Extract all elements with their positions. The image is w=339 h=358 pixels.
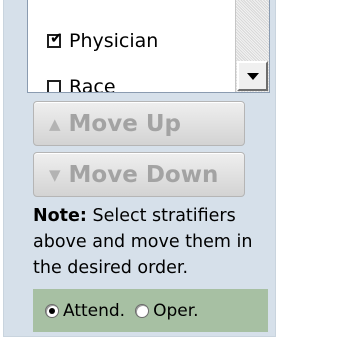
ordering-note: Note: Select stratifiers above and move …	[33, 203, 271, 281]
list-item-physician[interactable]: ✔ Physician	[47, 28, 158, 54]
move-up-button[interactable]: ▲ Move Up	[33, 101, 245, 146]
arrow-up-icon: ▲	[49, 114, 61, 133]
list-item-label: Physician	[69, 30, 159, 52]
arrow-down-icon: ▼	[49, 165, 61, 184]
move-up-label: Move Up	[68, 110, 181, 137]
arrow-down-icon	[246, 72, 259, 80]
checkmark-icon: ✔	[50, 29, 63, 47]
stratifier-panel: ✔ Physician Race ▲ Move Up ▼ Move Down N…	[3, 0, 276, 337]
race-checkbox[interactable]	[47, 80, 61, 92]
physician-type-radio-group: Attend. Oper.	[33, 289, 268, 332]
attend-radio[interactable]	[45, 303, 59, 318]
attend-radio-label[interactable]: Attend.	[63, 301, 125, 321]
oper-radio[interactable]	[135, 303, 150, 318]
oper-radio-label[interactable]: Oper.	[153, 301, 198, 321]
physician-checkbox[interactable]: ✔	[47, 29, 63, 48]
move-down-button[interactable]: ▼ Move Down	[33, 152, 245, 197]
scroll-down-button[interactable]	[237, 61, 268, 91]
stratifier-listbox[interactable]: ✔ Physician Race	[27, 0, 270, 93]
move-down-label: Move Down	[68, 161, 219, 188]
list-scrollbar[interactable]	[235, 0, 269, 92]
note-label: Note:	[33, 206, 87, 226]
list-item-race[interactable]: Race	[47, 74, 116, 93]
list-item-label: Race	[69, 76, 116, 93]
